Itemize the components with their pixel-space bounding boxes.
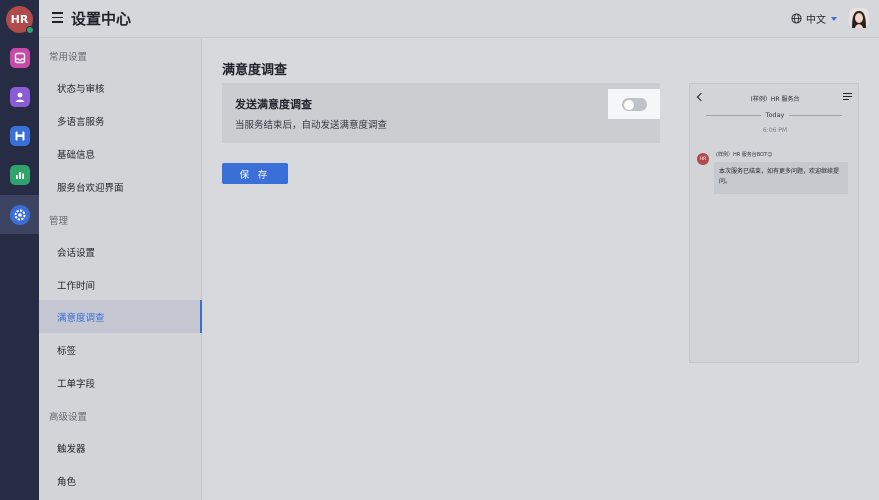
toggle-highlight bbox=[608, 89, 660, 119]
bot-name: (样例）HR 服务台BOT☺ bbox=[716, 152, 773, 158]
sidebar-item-label: 满意度调查 bbox=[57, 312, 105, 324]
rail-item-analytics[interactable] bbox=[0, 155, 39, 194]
sidebar-item-label: 状态与审核 bbox=[57, 83, 105, 95]
sidebar-group-label: 常用设置 bbox=[49, 52, 88, 63]
sidebar-item-multilingual[interactable]: 多语言服务 bbox=[39, 104, 202, 137]
workspace-avatar-text: HR bbox=[10, 13, 29, 26]
toggle-knob bbox=[623, 99, 634, 110]
sidebar-group-label: 管理 bbox=[49, 216, 69, 227]
message-time: 6:06 PM bbox=[762, 127, 788, 134]
today-label: Today bbox=[760, 111, 790, 119]
user-avatar[interactable] bbox=[849, 8, 869, 28]
chevron-down-icon bbox=[831, 16, 837, 21]
rail-item-settings[interactable] bbox=[0, 195, 39, 234]
sidebar-item-welcome-page[interactable]: 服务台欢迎界面 bbox=[39, 170, 202, 203]
rail-item-inbox[interactable] bbox=[0, 38, 39, 77]
workspace-avatar[interactable]: HR bbox=[6, 6, 34, 34]
survey-setting-card: 发送满意度调查 当服务结束后，自动发送满意度调查 bbox=[222, 83, 660, 143]
sidebar-item-label: 服务台欢迎界面 bbox=[57, 182, 124, 194]
sidebar-item-satisfaction-survey[interactable]: 满意度调查 bbox=[39, 300, 202, 333]
language-selector[interactable]: 中文 bbox=[791, 11, 837, 26]
page-title: 设置中心 bbox=[71, 10, 132, 28]
globe-icon bbox=[791, 13, 802, 24]
sidebar-group-label: 高级设置 bbox=[49, 412, 88, 423]
sidebar-item-label: 多语言服务 bbox=[57, 116, 105, 128]
chat-preview: (样例）HR 服务台 Today 6:06 PM HR (样例）HR 服务台BO… bbox=[689, 83, 859, 363]
send-survey-toggle[interactable] bbox=[622, 98, 647, 111]
date-divider-label: Today bbox=[690, 111, 860, 119]
bot-avatar-text: HR bbox=[699, 156, 707, 162]
online-status-dot bbox=[26, 26, 34, 34]
gear-icon bbox=[9, 204, 30, 225]
bot-avatar: HR bbox=[697, 153, 709, 165]
language-label: 中文 bbox=[806, 15, 826, 26]
sidebar-item-label: 基础信息 bbox=[57, 149, 96, 161]
sidebar-item-tags[interactable]: 标签 bbox=[39, 333, 202, 366]
sidebar-item-status-review[interactable]: 状态与审核 bbox=[39, 71, 202, 104]
sidebar-item-roles[interactable]: 角色 bbox=[39, 464, 202, 497]
sidebar-item-label: 触发器 bbox=[57, 443, 86, 455]
chart-icon bbox=[9, 164, 30, 185]
top-bar: 设置中心 中文 bbox=[39, 0, 879, 38]
sidebar-item-label: 工单字段 bbox=[57, 378, 96, 390]
menu-icon[interactable] bbox=[52, 12, 63, 23]
sidebar-item-label: 会话设置 bbox=[57, 247, 96, 259]
message-bubble: 本次服务已结束，如有更多问题，欢迎继续提问。 bbox=[714, 162, 848, 194]
save-button[interactable]: 保 存 bbox=[222, 163, 288, 184]
sidebar-item-label: 角色 bbox=[57, 476, 77, 488]
rail-item-storage[interactable] bbox=[0, 116, 39, 155]
app-rail: HR bbox=[0, 0, 39, 500]
sidebar-item-session-settings[interactable]: 会话设置 bbox=[39, 235, 202, 268]
user-icon bbox=[9, 86, 30, 107]
sidebar-item-label: 工作时间 bbox=[57, 280, 96, 292]
rail-item-users[interactable] bbox=[0, 77, 39, 116]
preview-title: (样例）HR 服务台 bbox=[750, 96, 800, 103]
list-menu-icon bbox=[843, 93, 852, 101]
sidebar-item-working-hours[interactable]: 工作时间 bbox=[39, 268, 202, 301]
sidebar-item-label: 标签 bbox=[57, 345, 77, 357]
save-icon bbox=[9, 125, 30, 146]
section-title: 满意度调查 bbox=[222, 63, 288, 78]
setting-description: 当服务结束后，自动发送满意度调查 bbox=[235, 120, 388, 131]
setting-title: 发送满意度调查 bbox=[235, 98, 312, 111]
settings-sidebar: 常用设置 状态与审核 多语言服务 基础信息 服务台欢迎界面 管理 会话设置 工作… bbox=[39, 38, 202, 500]
inbox-icon bbox=[9, 47, 30, 68]
sidebar-item-basic-info[interactable]: 基础信息 bbox=[39, 137, 202, 170]
sidebar-item-ticket-fields[interactable]: 工单字段 bbox=[39, 366, 202, 399]
sidebar-item-triggers[interactable]: 触发器 bbox=[39, 431, 202, 464]
